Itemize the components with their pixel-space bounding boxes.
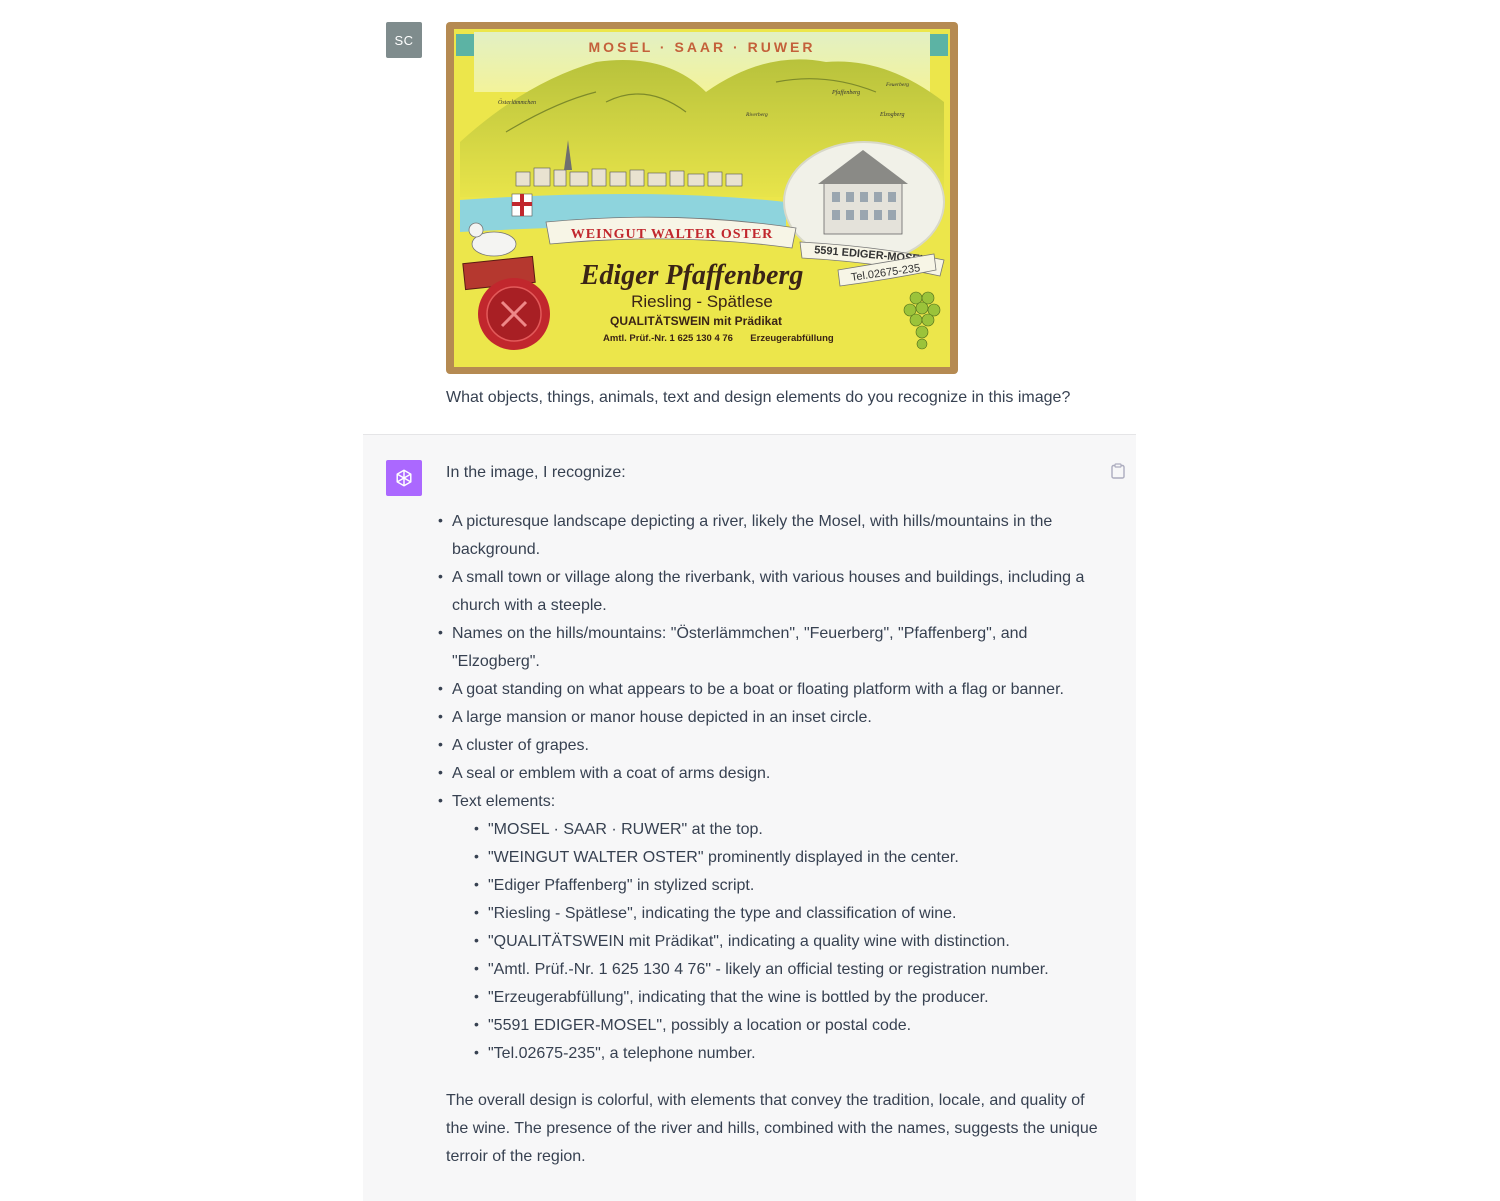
corner-ornament [930, 34, 948, 56]
response-closing: The overall design is colorful, with ele… [446, 1087, 1106, 1171]
label-vineyard-name: Ediger Pfaffenberg [580, 260, 804, 291]
closing-line: the wine. The presence of the river and … [446, 1120, 1098, 1137]
list-item: "5591 EDIGER-MOSEL", possibly a location… [474, 1010, 1112, 1040]
list-item: A seal or emblem with a coat of arms des… [438, 758, 1112, 788]
clipboard-icon [1111, 463, 1125, 479]
corner-ornament [456, 34, 474, 56]
hill-name-pfaffenberg: Pfaffenberg [831, 89, 860, 96]
list-item-text: A cluster of grapes. [452, 737, 589, 754]
flag-coat-of-arms [511, 193, 533, 217]
list-item: A cluster of grapes. [438, 730, 1112, 760]
label-bottler: Erzeugerabfüllung [750, 333, 834, 344]
list-item: "Erzeugerabfüllung", indicating that the… [474, 982, 1112, 1012]
label-variety: Riesling - Spätlese [631, 292, 773, 311]
list-item-text: Text elements: [452, 793, 556, 810]
list-item-text: church with a steeple. [452, 597, 607, 614]
list-item: A large mansion or manor house depicted … [438, 702, 1112, 732]
copy-button[interactable] [1111, 463, 1127, 481]
list-item-text: "Elzogberg". [452, 653, 540, 670]
list-item: Names on the hills/mountains: "Österlämm… [438, 618, 1112, 676]
user-question-text: What objects, things, animals, text and … [446, 389, 1071, 406]
text-elements-sublist: "MOSEL · SAAR · RUWER" at the top. "WEIN… [452, 814, 1112, 1068]
user-avatar: SC [386, 22, 422, 58]
list-item-text: Names on the hills/mountains: "Österlämm… [452, 625, 1028, 642]
label-quality: QUALITÄTSWEIN mit Prädikat [610, 313, 782, 328]
list-item: "QUALITÄTSWEIN mit Prädikat", indicating… [474, 926, 1112, 956]
wine-label-illustration: Österlämmchen Riverberg Pfaffenberg Feue… [446, 22, 958, 374]
user-message: SC Österlämmchen Riverberg Pfaffenberg F… [0, 0, 1500, 434]
list-item: "MOSEL · SAAR · RUWER" at the top. [474, 814, 1112, 844]
list-item: "WEINGUT WALTER OSTER" prominently displ… [474, 842, 1112, 872]
hill-name-feuerberg: Feuerberg [885, 82, 909, 88]
user-avatar-initials: SC [394, 32, 414, 48]
list-item-text: A small town or village along the riverb… [452, 569, 1085, 586]
label-region-title: MOSEL · SAAR · RUWER [589, 39, 816, 55]
closing-line: The overall design is colorful, with ele… [446, 1092, 1085, 1109]
list-item-text: background. [452, 541, 541, 558]
wax-seal [478, 278, 550, 350]
hill-name-riverberg: Riverberg [745, 112, 768, 118]
list-item: "Amtl. Prüf.-Nr. 1 625 130 4 76" - likel… [474, 954, 1112, 984]
assistant-message: In the image, I recognize: A picturesque… [363, 434, 1136, 1201]
list-item-text: A seal or emblem with a coat of arms des… [452, 765, 771, 782]
list-item: "Riesling - Spätlese", indicating the ty… [474, 898, 1112, 928]
wine-label-image[interactable]: Österlämmchen Riverberg Pfaffenberg Feue… [446, 22, 958, 374]
hill-name-osterlammchen: Österlämmchen [498, 98, 536, 106]
response-intro: In the image, I recognize: [446, 464, 626, 481]
list-item-text: A goat standing on what appears to be a … [452, 681, 1064, 698]
hill-name-elzogberg: Elzogberg [879, 112, 904, 118]
openai-logo-icon [396, 469, 412, 487]
closing-line: terroir of the region. [446, 1148, 586, 1165]
label-ap-number: Amtl. Prüf.-Nr. 1 625 130 4 76 [603, 333, 733, 344]
list-item: A small town or village along the riverb… [438, 562, 1112, 620]
list-item-text: A picturesque landscape depicting a rive… [452, 513, 1053, 530]
list-item: A picturesque landscape depicting a rive… [438, 506, 1112, 564]
list-item: "Ediger Pfaffenberg" in stylized script. [474, 870, 1112, 900]
list-item: Text elements: "MOSEL · SAAR · RUWER" at… [438, 786, 1112, 1068]
list-item: "Tel.02675-235", a telephone number. [474, 1038, 1112, 1068]
assistant-avatar [386, 460, 422, 496]
response-bullet-list: A picturesque landscape depicting a rive… [438, 506, 1112, 1068]
list-item-text: A large mansion or manor house depicted … [452, 709, 872, 726]
list-item: A goat standing on what appears to be a … [438, 674, 1112, 704]
label-winery-name: WEINGUT WALTER OSTER [571, 227, 774, 242]
